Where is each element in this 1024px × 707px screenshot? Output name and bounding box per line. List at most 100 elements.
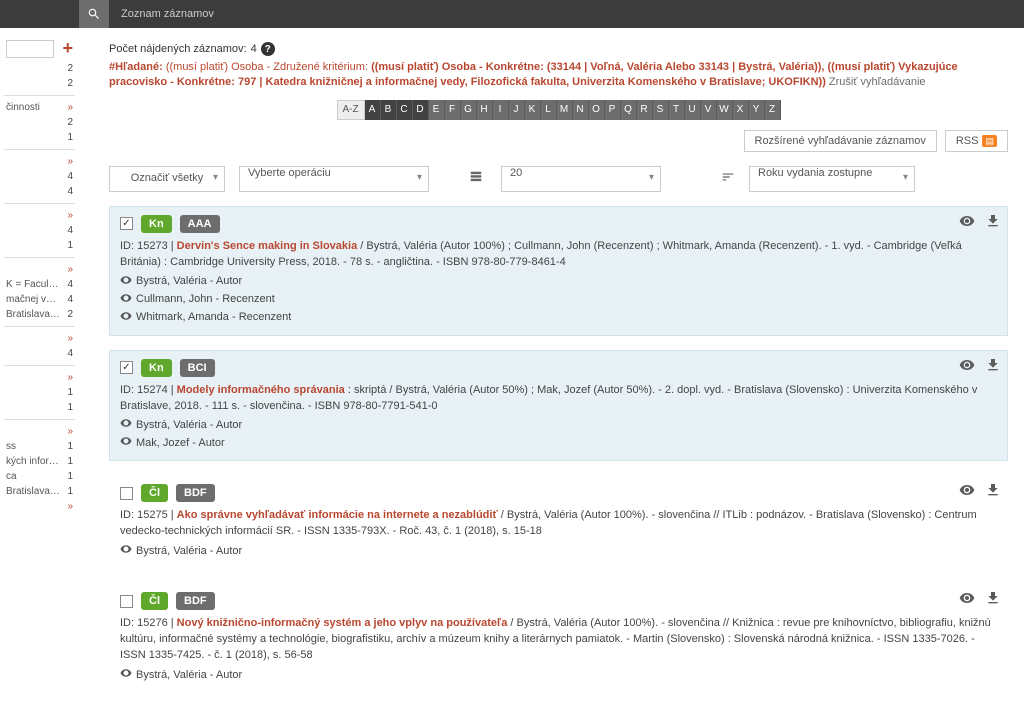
download-icon[interactable]: [985, 213, 1001, 232]
columns-icon[interactable]: [469, 170, 483, 187]
type-badge: Čl: [141, 484, 168, 502]
record-checkbox[interactable]: [120, 361, 133, 374]
alpha-filter: A-ZABCDEFGHIJKLMNOPQRSTUVWXYZ: [337, 100, 781, 120]
alpha-cell[interactable]: J: [509, 100, 525, 120]
alpha-cell[interactable]: A-Z: [337, 100, 365, 120]
sidebar-item[interactable]: 4: [4, 184, 75, 199]
add-filter-icon[interactable]: +: [62, 38, 73, 59]
author-line[interactable]: Cullmann, John - Recenzent: [120, 292, 997, 307]
download-icon[interactable]: [985, 590, 1001, 609]
alpha-cell[interactable]: D: [413, 100, 429, 120]
chevron-down-icon[interactable]: »: [67, 264, 73, 275]
chevron-down-icon[interactable]: »: [67, 333, 73, 344]
alpha-cell[interactable]: M: [557, 100, 573, 120]
alpha-cell[interactable]: H: [477, 100, 493, 120]
code-badge: BDF: [176, 592, 215, 610]
page-size-select[interactable]: 20: [501, 166, 661, 192]
eye-icon: [120, 435, 132, 450]
alpha-cell[interactable]: S: [653, 100, 669, 120]
sidebar-item-count: 4: [67, 279, 73, 290]
sidebar-item[interactable]: 1: [4, 385, 75, 400]
record-checkbox[interactable]: [120, 595, 133, 608]
chevron-down-icon[interactable]: »: [67, 210, 73, 221]
sidebar-item[interactable]: ca1: [4, 469, 75, 484]
alpha-cell[interactable]: X: [733, 100, 749, 120]
alpha-cell[interactable]: B: [381, 100, 397, 120]
alpha-cell[interactable]: C: [397, 100, 413, 120]
view-icon[interactable]: [959, 357, 975, 376]
sidebar-item[interactable]: kých informácií ...1: [4, 454, 75, 469]
chevron-down-icon[interactable]: »: [67, 426, 73, 437]
sidebar-item[interactable]: 2: [4, 76, 75, 91]
author-line[interactable]: Bystrá, Valéria - Autor: [120, 274, 997, 289]
alpha-cell[interactable]: A: [365, 100, 381, 120]
alpha-cell[interactable]: Y: [749, 100, 765, 120]
alpha-cell[interactable]: U: [685, 100, 701, 120]
alpha-cell[interactable]: W: [717, 100, 733, 120]
help-icon[interactable]: ?: [261, 42, 275, 56]
cancel-search-link[interactable]: Zrušiť vyhľadávanie: [829, 76, 926, 88]
extended-search-button[interactable]: Rozšírené vyhľadávanie záznamov: [744, 130, 937, 152]
sidebar-item-label: kých informácií ...: [6, 456, 60, 467]
alpha-cell[interactable]: T: [669, 100, 685, 120]
chevron-down-icon[interactable]: »: [67, 156, 73, 167]
alpha-cell[interactable]: I: [493, 100, 509, 120]
mark-all-button[interactable]: Označiť všetky: [109, 166, 225, 192]
alpha-cell[interactable]: K: [525, 100, 541, 120]
sidebar-item-label: Bratislava; 01: [6, 486, 60, 497]
alpha-cell[interactable]: R: [637, 100, 653, 120]
record-checkbox[interactable]: [120, 217, 133, 230]
author-line[interactable]: Bystrá, Valéria - Autor: [120, 543, 997, 558]
eye-icon: [120, 417, 132, 432]
sidebar-item[interactable]: Bratislava; 011: [4, 484, 75, 499]
sidebar-item[interactable]: ss1: [4, 439, 75, 454]
alpha-cell[interactable]: G: [461, 100, 477, 120]
chevron-down-icon[interactable]: »: [67, 501, 73, 512]
alpha-cell[interactable]: O: [589, 100, 605, 120]
alpha-cell[interactable]: L: [541, 100, 557, 120]
sidebar-item-label: K = Faculty of A...: [6, 279, 60, 290]
sidebar-item[interactable]: 1: [4, 400, 75, 415]
operation-select[interactable]: Vyberte operáciu: [239, 166, 429, 192]
top-bar: Zoznam záznamov: [0, 0, 1024, 28]
author-line[interactable]: Bystrá, Valéria - Autor: [120, 667, 997, 682]
record-checkbox[interactable]: [120, 487, 133, 500]
sidebar-item[interactable]: 4: [4, 346, 75, 361]
record-title[interactable]: Nový knižnično-informačný systém a jeho …: [177, 617, 508, 629]
view-icon[interactable]: [959, 213, 975, 232]
sidebar-item[interactable]: 1: [4, 130, 75, 145]
alpha-cell[interactable]: V: [701, 100, 717, 120]
record-title[interactable]: Dervin's Sence making in Slovakia: [177, 240, 358, 252]
download-icon[interactable]: [985, 357, 1001, 376]
sidebar-item[interactable]: K = Faculty of A... 4: [4, 277, 75, 292]
sidebar-item[interactable]: 1: [4, 238, 75, 253]
alpha-cell[interactable]: F: [445, 100, 461, 120]
view-icon[interactable]: [959, 590, 975, 609]
author-line[interactable]: Bystrá, Valéria - Autor: [120, 417, 997, 432]
alpha-cell[interactable]: P: [605, 100, 621, 120]
chevron-down-icon[interactable]: »: [67, 372, 73, 383]
search-icon[interactable]: [79, 0, 109, 28]
alpha-cell[interactable]: Q: [621, 100, 637, 120]
record-title[interactable]: Ako správne vyhľadávať informácie na int…: [177, 509, 498, 521]
view-icon[interactable]: [959, 482, 975, 501]
alpha-cell[interactable]: Z: [765, 100, 781, 120]
alpha-cell[interactable]: E: [429, 100, 445, 120]
breadcrumb-link[interactable]: Zoznam záznamov: [121, 8, 214, 20]
record-title[interactable]: Modely informačného správania: [177, 384, 345, 396]
sidebar-item[interactable]: 2: [4, 115, 75, 130]
filter-input[interactable]: [6, 40, 54, 58]
author-line[interactable]: Mak, Jozef - Autor: [120, 435, 997, 450]
sidebar-item[interactable]: mačnej vedy; U...4: [4, 292, 75, 307]
sidebar-item[interactable]: 4: [4, 223, 75, 238]
sidebar-item[interactable]: 2: [4, 61, 75, 76]
chevron-down-icon[interactable]: »: [67, 102, 73, 113]
sidebar-item[interactable]: Bratislava : UK ...2: [4, 307, 75, 322]
author-line[interactable]: Whitmark, Amanda - Recenzent: [120, 310, 997, 325]
rss-button[interactable]: RSS▤: [945, 130, 1008, 152]
sort-select[interactable]: Roku vydania zostupne: [749, 166, 915, 192]
sidebar-item[interactable]: 4: [4, 169, 75, 184]
sort-icon[interactable]: [721, 170, 735, 187]
alpha-cell[interactable]: N: [573, 100, 589, 120]
download-icon[interactable]: [985, 482, 1001, 501]
